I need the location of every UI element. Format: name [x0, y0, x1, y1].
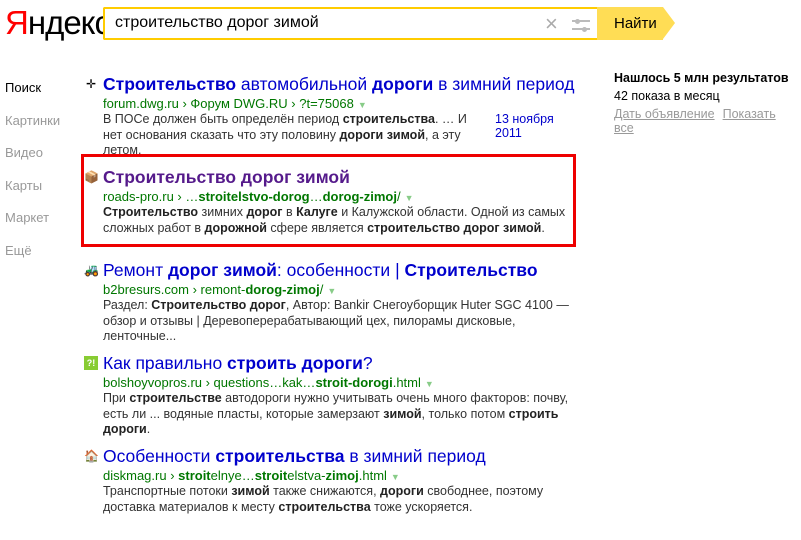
- search-result: ✛ Строительство автомобильной дороги в зи…: [86, 74, 583, 159]
- text-segment: Строительство: [404, 260, 538, 280]
- text-segment: elstva-: [287, 468, 326, 483]
- url-menu-arrow-icon[interactable]: ▼: [327, 286, 336, 296]
- text-segment: Раздел:: [103, 298, 152, 312]
- results-count: Нашлось 5 млн результатов: [614, 71, 789, 85]
- result-title-link[interactable]: Особенности строительства в зимний перио…: [103, 446, 583, 467]
- text-segment: Особенности: [103, 446, 216, 466]
- result-title-link[interactable]: Строительство автомобильной дороги в зим…: [103, 74, 583, 95]
- text-segment: тоже ускоряется.: [370, 499, 473, 514]
- text-segment: Транспортные потоки: [103, 484, 232, 498]
- text-segment: строительства: [215, 446, 345, 466]
- text-segment: дороги зимой: [339, 127, 426, 142]
- text-segment: дороги: [372, 74, 434, 94]
- text-segment: Строительство: [103, 74, 237, 94]
- text-segment: В ПОСе должен быть определён период: [103, 112, 343, 126]
- text-segment: : особенности |: [276, 260, 405, 280]
- search-input[interactable]: [115, 13, 535, 33]
- text-segment: дорог зимой: [167, 260, 277, 280]
- text-segment: Как правильно: [103, 353, 228, 373]
- result-title-link[interactable]: Ремонт дорог зимой: особенности | Строит…: [103, 260, 583, 281]
- text-segment: зимой: [231, 484, 270, 498]
- result-url[interactable]: forum.dwg.ru › Форум DWG.RU › ?t=75068 ▼: [103, 96, 583, 111]
- search-box: ×: [103, 7, 597, 40]
- text-segment: автомобильной: [236, 74, 373, 94]
- result-snippet: Транспортные потоки зимой также снижаютс…: [103, 484, 583, 515]
- text-segment: forum.dwg.ru › Форум DWG.RU › ?t=75068: [103, 96, 354, 111]
- stats-panel: Нашлось 5 млн результатов 42 показа в ме…: [614, 71, 801, 135]
- text-segment: зимой: [383, 406, 422, 421]
- text-segment: diskmag.ru ›: [103, 468, 179, 483]
- text-segment: .html: [392, 375, 421, 390]
- text-segment: строить дороги: [227, 353, 363, 373]
- url-menu-arrow-icon[interactable]: ▼: [425, 379, 434, 389]
- logo-letter: Я: [5, 4, 29, 41]
- text-segment: stroit: [178, 468, 211, 483]
- filters-icon[interactable]: [572, 17, 590, 33]
- text-segment: в зимний период: [344, 446, 486, 466]
- text-segment: .html: [358, 468, 387, 483]
- url-menu-arrow-icon[interactable]: ▼: [391, 472, 400, 482]
- highlight-box: [81, 154, 576, 247]
- text-segment: , только потом: [421, 406, 509, 421]
- text-segment: stroit: [254, 468, 288, 483]
- search-result: 🚜 Ремонт дорог зимой: особенности | Строи…: [84, 260, 583, 345]
- monthly-shows: 42 показа в месяц: [614, 89, 720, 103]
- crosshair-icon: ✛: [85, 77, 97, 91]
- text-segment: dorog-zimoj: [245, 282, 320, 297]
- result-url[interactable]: b2bresurs.com › remont-dorog-zimoj/▼: [103, 282, 583, 297]
- text-segment: в зимний период: [433, 74, 575, 94]
- tractor-icon: 🚜: [84, 263, 99, 277]
- result-snippet: При строительстве автодороги нужно учиты…: [103, 391, 583, 438]
- text-segment: строительства: [342, 112, 435, 126]
- text-segment: /: [319, 282, 324, 297]
- text-segment: b2bresurs.com › remont-: [103, 282, 246, 297]
- result-date: 13 ноября 2011: [495, 112, 554, 140]
- search-result: ?! Как правильно строить дороги? bolshoyvo…: [84, 353, 583, 438]
- text-segment: stroit-dorogi: [315, 375, 393, 390]
- search-result: 🏠 Особенности строительства в зимний пери…: [84, 446, 583, 515]
- result-snippet: В ПОСе должен быть определён период стро…: [103, 112, 488, 159]
- house-icon: 🏠: [84, 449, 99, 463]
- url-menu-arrow-icon[interactable]: ▼: [358, 100, 367, 110]
- text-segment: строительства: [278, 499, 371, 514]
- nav-images[interactable]: Картинки: [5, 113, 60, 146]
- question-icon: ?!: [84, 356, 98, 370]
- nav-video[interactable]: Видео: [5, 145, 60, 178]
- text-segment: Строительство дорог: [151, 298, 286, 312]
- text-segment: bolshoyvopros.ru › questions…kak…: [103, 375, 316, 390]
- text-segment: ?: [362, 353, 373, 373]
- yandex-logo[interactable]: Яндекс: [5, 4, 111, 42]
- text-segment: zimoj: [325, 468, 359, 483]
- clear-icon[interactable]: ×: [545, 11, 558, 37]
- text-segment: дороги: [380, 484, 424, 498]
- logo-text: ндекс: [27, 4, 111, 41]
- nav-search[interactable]: Поиск: [5, 80, 60, 113]
- text-segment: elnye…: [210, 468, 255, 483]
- text-segment: также снижаются,: [269, 484, 381, 498]
- result-snippet: Раздел: Строительство дорог, Автор: Bank…: [103, 298, 583, 345]
- nav-market[interactable]: Маркет: [5, 210, 60, 243]
- text-segment: .: [146, 422, 151, 436]
- add-ad-link[interactable]: Дать объявление: [614, 107, 715, 121]
- result-url[interactable]: diskmag.ru › stroitelnye…stroitelstva-zi…: [103, 468, 583, 483]
- nav-more[interactable]: Ещё: [5, 243, 60, 276]
- text-segment: строительстве: [129, 391, 222, 405]
- search-nav: Поиск Картинки Видео Карты Маркет Ещё: [5, 80, 60, 275]
- nav-maps[interactable]: Карты: [5, 178, 60, 211]
- result-title-link[interactable]: Как правильно строить дороги?: [103, 353, 583, 374]
- text-segment: При: [103, 391, 130, 405]
- result-url[interactable]: bolshoyvopros.ru › questions…kak…stroit-…: [103, 375, 583, 390]
- search-button[interactable]: Найти: [597, 7, 675, 40]
- text-segment: Ремонт: [103, 260, 168, 280]
